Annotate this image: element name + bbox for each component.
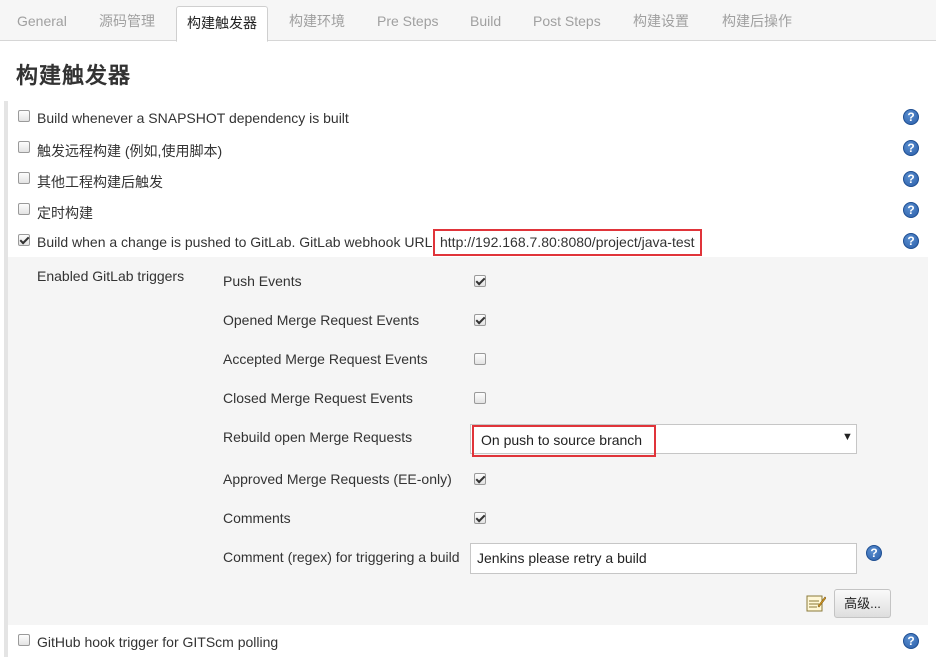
opened-mr-events-label: Opened Merge Request Events [223, 312, 420, 328]
tab-post-build-actions[interactable]: 构建后操作 [722, 0, 792, 41]
periodic-build-label: 定时构建 [37, 205, 93, 221]
rebuild-select-value: On push to source branch [472, 425, 656, 457]
closed-mr-events-label: Closed Merge Request Events [223, 390, 413, 406]
comment-regex-label: Comment (regex) for triggering a build [223, 549, 460, 565]
webhook-url: http://192.168.7.80:8080/project/java-te… [433, 229, 702, 256]
remote-trigger-checkbox[interactable] [18, 141, 30, 153]
enabled-gitlab-triggers-label: Enabled GitLab triggers [37, 268, 185, 284]
gitlab-push-label: Build when a change is pushed to GitLab.… [37, 234, 437, 250]
tab-bar: General 源码管理 构建触发器 构建环境 Pre Steps Build … [0, 0, 936, 42]
advanced-button[interactable]: 高级... [834, 589, 891, 618]
comments-checkbox[interactable] [474, 512, 486, 524]
help-icon[interactable]: ? [903, 109, 919, 125]
help-icon[interactable]: ? [903, 171, 919, 187]
page-title: 构建触发器 [16, 63, 132, 88]
tab-post-steps[interactable]: Post Steps [533, 0, 601, 41]
tab-source-management[interactable]: 源码管理 [99, 0, 155, 41]
github-hook-label: GitHub hook trigger for GITScm polling [37, 634, 279, 650]
remote-trigger-label: 触发远程构建 (例如,使用脚本) [37, 143, 223, 159]
accepted-mr-events-label: Accepted Merge Request Events [223, 351, 428, 367]
help-icon[interactable]: ? [903, 233, 919, 249]
tab-build-triggers[interactable]: 构建触发器 [176, 6, 268, 42]
accepted-mr-events-checkbox[interactable] [474, 353, 486, 365]
rebuild-open-mr-label: Rebuild open Merge Requests [223, 429, 413, 445]
help-icon[interactable]: ? [903, 633, 919, 649]
gitlab-push-checkbox[interactable] [18, 234, 30, 246]
snapshot-dependency-label: Build whenever a SNAPSHOT dependency is … [37, 110, 349, 126]
help-icon[interactable]: ? [903, 202, 919, 218]
after-other-projects-checkbox[interactable] [18, 172, 30, 184]
comments-label: Comments [223, 510, 291, 526]
after-other-projects-label: 其他工程构建后触发 [37, 174, 163, 190]
tab-build[interactable]: Build [470, 0, 501, 41]
tab-pre-steps[interactable]: Pre Steps [377, 0, 438, 41]
snapshot-dependency-checkbox[interactable] [18, 110, 30, 122]
comment-regex-input[interactable]: Jenkins please retry a build [470, 543, 857, 574]
closed-mr-events-checkbox[interactable] [474, 392, 486, 404]
tab-build-environment[interactable]: 构建环境 [289, 0, 345, 41]
periodic-build-checkbox[interactable] [18, 203, 30, 215]
tab-general[interactable]: General [17, 0, 67, 41]
opened-mr-events-checkbox[interactable] [474, 314, 486, 326]
notepad-edit-icon[interactable] [806, 594, 826, 612]
tab-build-settings[interactable]: 构建设置 [633, 0, 689, 41]
github-hook-checkbox[interactable] [18, 634, 30, 646]
approved-mr-checkbox[interactable] [474, 473, 486, 485]
help-icon[interactable]: ? [903, 140, 919, 156]
push-events-checkbox[interactable] [474, 275, 486, 287]
help-icon[interactable]: ? [866, 545, 882, 561]
push-events-label: Push Events [223, 273, 302, 289]
approved-mr-label: Approved Merge Requests (EE-only) [223, 471, 452, 487]
chevron-down-icon: ▼ [842, 431, 853, 443]
